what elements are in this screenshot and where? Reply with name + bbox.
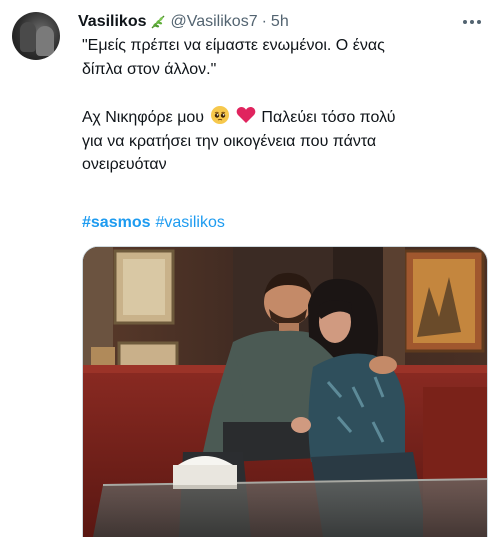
author-name[interactable]: Vasilikos [78,13,147,31]
tweet-header: Vasilikos @Vasilikos7 · 5h [78,10,488,34]
author-avatar[interactable] [12,12,60,60]
tweet-text-segment: Αχ Νικηφόρε μου [82,109,205,126]
media-image [83,247,487,537]
hashtag-link[interactable]: #vasilikos [156,214,225,231]
author-handle[interactable]: @Vasilikos7 [171,13,258,31]
tweet-media[interactable] [82,246,488,537]
tweet-text-line: δίπλα στον άλλον." [82,60,217,78]
avatar-figure [20,22,36,52]
tweet-text: "Εμείς πρέπει να είμαστε ενωμένοι. Ο ένα… [82,34,492,177]
tweet-text-line: "Εμείς πρέπει να είμαστε ενωμένοι. Ο ένα… [82,37,385,54]
tweet-text-line: ονειρευόταν [82,156,167,173]
separator-dot: · [261,13,267,30]
tweet-text-line: για να κρατήσει την οικογένεια που πάντα [82,132,377,150]
red-heart-emoji [235,105,257,125]
tweet-text-segment: Παλεύει τόσο πολύ [261,109,396,126]
hashtag-link[interactable]: #sasmos [82,214,151,231]
avatar-figure [36,26,54,56]
leaf-icon [149,13,167,31]
pleading-face-emoji [209,105,231,125]
more-icon[interactable] [454,12,490,32]
tweet-timestamp[interactable]: 5h [271,13,289,31]
hashtags: #sasmos #vasilikos [82,212,230,234]
tweet-text-line: Αχ Νικηφόρε μου Παλεύει τόσο πολύ [82,105,492,130]
